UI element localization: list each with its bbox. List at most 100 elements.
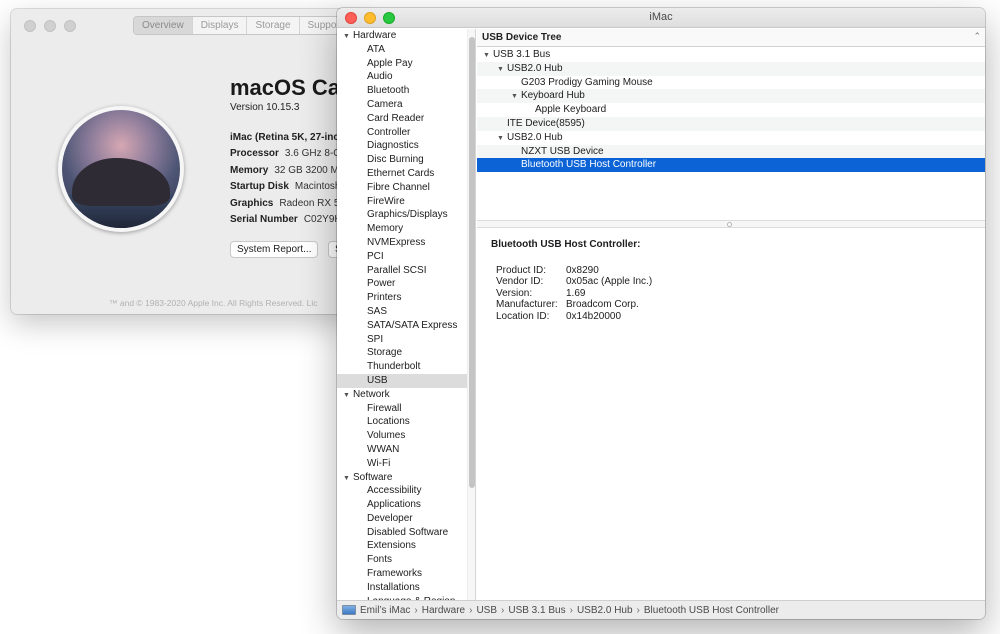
spec-row-serial: Serial Number C02Y9H [230, 212, 345, 229]
sidebar-item[interactable]: Memory [337, 222, 467, 236]
sidebar-item[interactable]: WWAN [337, 443, 467, 457]
tree-row-label: ITE Device(8595) [507, 117, 585, 129]
sidebar-item[interactable]: ATA [337, 43, 467, 57]
tree-row[interactable]: G203 Prodigy Gaming Mouse [477, 76, 985, 90]
sidebar-scrollbar[interactable] [467, 29, 475, 600]
sidebar-item[interactable]: Installations [337, 581, 467, 595]
sidebar-item-label: Memory [367, 223, 404, 235]
property-value: Broadcom Corp. [566, 299, 639, 311]
sidebar-item-label: Installations [367, 581, 420, 593]
breadcrumb-item[interactable]: Hardware [422, 605, 465, 616]
sidebar-item[interactable]: Printers [337, 291, 467, 305]
tree-row[interactable]: NZXT USB Device [477, 144, 985, 159]
disclosure-triangle-icon[interactable]: ▼ [343, 33, 350, 40]
disclosure-triangle-icon[interactable]: ▼ [343, 475, 350, 482]
tree-row[interactable]: ▼ USB2.0 Hub [477, 131, 985, 145]
sort-chevron-icon[interactable]: ⌃ [973, 31, 981, 42]
sidebar-item[interactable]: NVMExpress [337, 236, 467, 250]
sidebar-item[interactable]: Applications [337, 498, 467, 512]
tab-overview[interactable]: Overview [134, 17, 193, 34]
sidebar-item-label: ATA [367, 43, 385, 55]
spec-value: Macintosh [294, 181, 341, 193]
spec-row-startup-disk: Startup Disk Macintosh [230, 179, 345, 196]
spec-list: iMac (Retina 5K, 27-inc Processor 3.6 GH… [230, 129, 345, 228]
sidebar-item[interactable]: Locations [337, 415, 467, 429]
sidebar-item[interactable]: Power [337, 277, 467, 291]
breadcrumb-item[interactable]: Bluetooth USB Host Controller [644, 605, 779, 616]
sidebar-item[interactable]: Fibre Channel [337, 181, 467, 195]
sidebar-item[interactable]: SPI [337, 333, 467, 347]
sidebar-item[interactable]: Disc Burning [337, 153, 467, 167]
about-minimize-button[interactable] [44, 20, 56, 32]
sidebar-item[interactable]: Frameworks [337, 567, 467, 581]
splitter-handle-icon[interactable] [727, 222, 732, 227]
sidebar-section-hardware[interactable]: ▼ Hardware [337, 29, 467, 43]
spec-label: Processor [230, 148, 279, 160]
disclosure-triangle-icon[interactable]: ▼ [343, 392, 350, 399]
sidebar-item[interactable]: FireWire [337, 195, 467, 209]
tree-row-label: NZXT USB Device [521, 145, 604, 157]
sidebar-item-label: Frameworks [367, 568, 423, 580]
tree-row[interactable]: ▼ USB 3.1 Bus [477, 48, 985, 62]
sidebar-item[interactable]: Bluetooth [337, 84, 467, 98]
tree-row[interactable]: ITE Device(8595) [477, 116, 985, 131]
sidebar-item[interactable]: SATA/SATA Express [337, 319, 467, 333]
about-this-mac-window: Overview Displays Storage Support macOS … [11, 9, 356, 314]
sidebar-item[interactable]: Fonts [337, 553, 467, 567]
sidebar-item[interactable]: Graphics/Displays [337, 208, 467, 222]
sidebar-item[interactable]: Card Reader [337, 112, 467, 126]
about-close-button[interactable] [24, 20, 36, 32]
sidebar-item[interactable]: Apple Pay [337, 57, 467, 71]
sidebar-item[interactable]: Firewall [337, 402, 467, 416]
about-traffic-lights [24, 20, 76, 32]
tree-row[interactable]: Bluetooth USB Host Controller [477, 158, 985, 173]
disclosure-triangle-icon[interactable]: ▼ [511, 93, 518, 100]
disclosure-triangle-icon[interactable]: ▼ [497, 66, 504, 73]
tab-storage[interactable]: Storage [247, 17, 300, 34]
disclosure-triangle-icon[interactable]: ▼ [483, 52, 490, 59]
system-report-button[interactable]: System Report... [230, 241, 319, 258]
sidebar-item[interactable]: Developer [337, 512, 467, 526]
sidebar-item[interactable]: Accessibility [337, 484, 467, 498]
sidebar-item[interactable]: Ethernet Cards [337, 167, 467, 181]
tree-row[interactable]: Apple Keyboard [477, 103, 985, 117]
tree-row[interactable]: ▼ Keyboard Hub [477, 89, 985, 104]
sidebar-item-label: Storage [367, 347, 403, 359]
sidebar-item[interactable]: Controller [337, 126, 467, 140]
sidebar-section-software[interactable]: ▼ Software [337, 471, 467, 485]
sidebar-item[interactable]: Parallel SCSI [337, 264, 467, 278]
sidebar-item[interactable]: Audio [337, 70, 467, 84]
sidebar-scroll-thumb[interactable] [469, 37, 475, 488]
sidebar-item[interactable]: Wi-Fi [337, 457, 467, 471]
window-titlebar[interactable]: iMac [337, 8, 985, 28]
sidebar-item[interactable]: Extensions [337, 539, 467, 553]
sidebar-item[interactable]: Disabled Software [337, 526, 467, 540]
sidebar-item[interactable]: Camera [337, 98, 467, 112]
usb-device-tree: ▼ USB 3.1 Bus ▼ USB2.0 Hub G203 Prodigy Gami… [477, 48, 985, 186]
breadcrumb-item[interactable]: USB 3.1 Bus [508, 605, 565, 616]
property-row: Version: 1.69 [496, 288, 652, 299]
breadcrumb-separator-icon: › [636, 604, 640, 616]
pane-splitter[interactable] [477, 220, 985, 228]
sidebar-item[interactable]: Thunderbolt [337, 360, 467, 374]
sidebar-item[interactable]: SAS [337, 305, 467, 319]
sidebar-item-label: Bluetooth [367, 85, 410, 97]
sidebar-item[interactable]: Volumes [337, 429, 467, 443]
sidebar-section-network[interactable]: ▼ Network [337, 388, 467, 402]
sidebar-item-label: Camera [367, 98, 403, 110]
sidebar-item-label: SPI [367, 333, 384, 345]
disclosure-triangle-icon[interactable]: ▼ [497, 135, 504, 142]
tree-column-header[interactable]: USB Device Tree ⌃ [477, 29, 985, 47]
category-list: ▼ Hardware ATA Apple Pay Audio Bluetooth Camer… [337, 29, 467, 600]
sidebar-item[interactable]: Storage [337, 346, 467, 360]
tab-displays[interactable]: Displays [193, 17, 248, 34]
sidebar-item[interactable]: PCI [337, 250, 467, 264]
breadcrumb-item[interactable]: Emil’s iMac [360, 605, 410, 616]
breadcrumb-item[interactable]: USB2.0 Hub [577, 605, 633, 616]
about-zoom-button[interactable] [64, 20, 76, 32]
tree-row[interactable]: ▼ USB2.0 Hub [477, 61, 985, 76]
sidebar-item[interactable]: Diagnostics [337, 139, 467, 153]
breadcrumb-item[interactable]: USB [476, 605, 497, 616]
sidebar-item[interactable]: USB [337, 373, 467, 388]
property-value: 0x14b20000 [566, 310, 622, 322]
